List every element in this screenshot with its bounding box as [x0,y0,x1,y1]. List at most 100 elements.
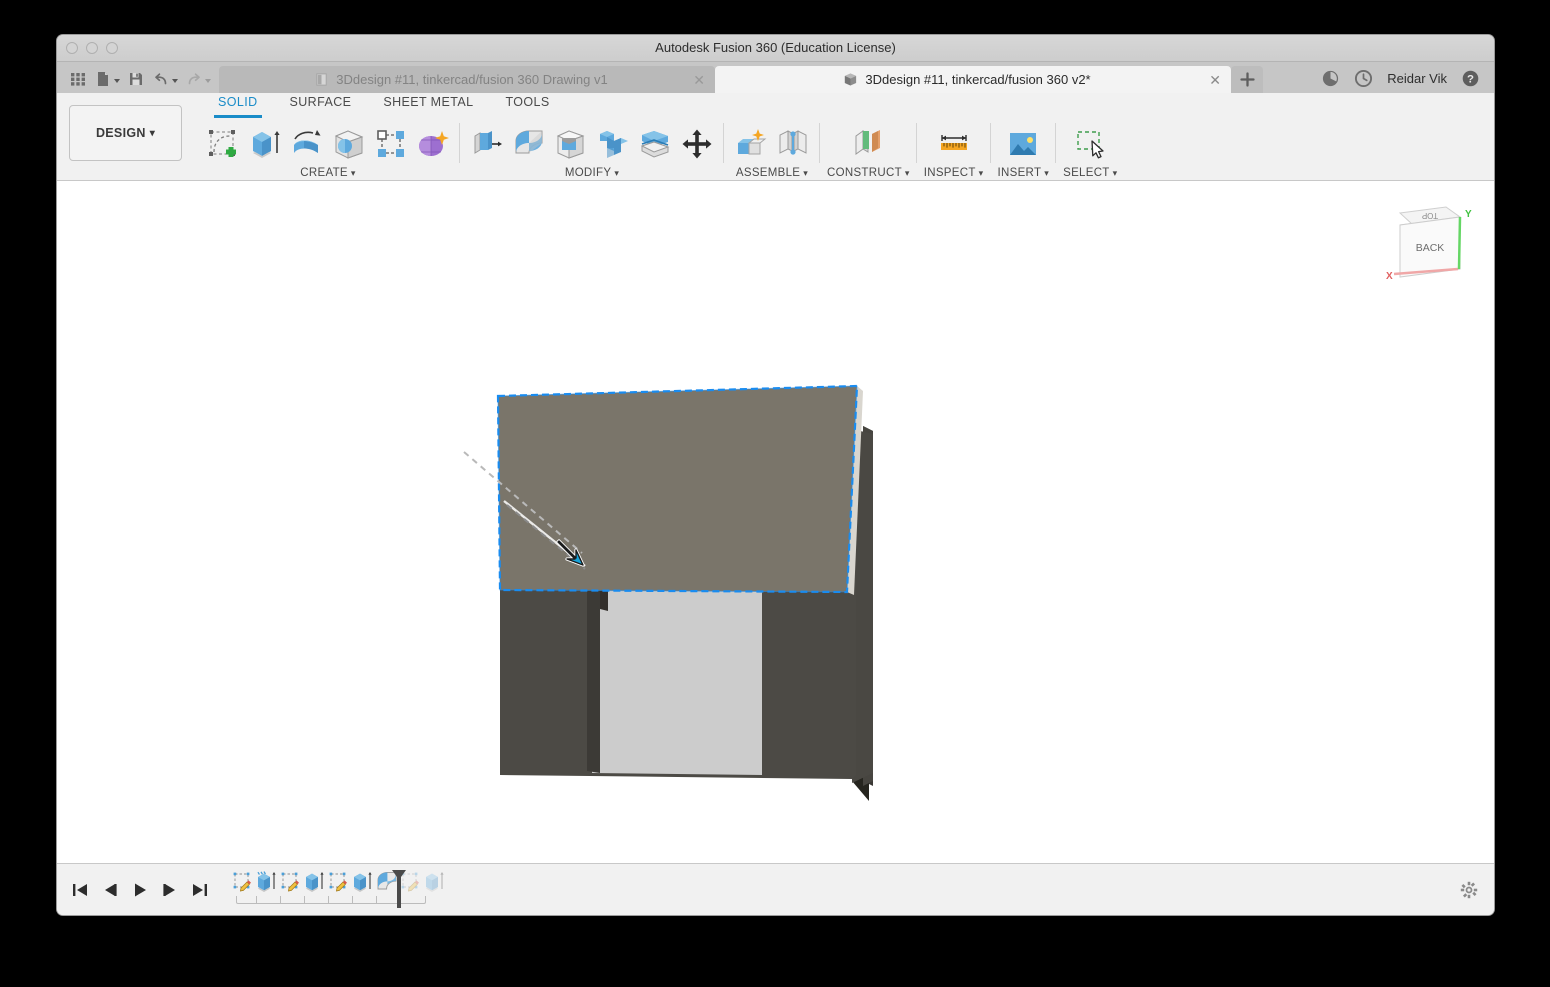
chevron-down-icon: ▾ [149,127,156,139]
new-component-icon [738,129,767,155]
go-to-end-button[interactable] [191,881,209,899]
job-status-icon[interactable] [1321,69,1340,88]
ribbon-tab-tools[interactable]: TOOLS [489,93,565,115]
timeline-track[interactable] [231,869,444,910]
timeline-extrude-1[interactable] [255,870,279,896]
account-name[interactable]: Reidar Vik [1387,71,1447,86]
construct-group-label: CONSTRUCT [827,167,902,179]
go-to-beginning-button[interactable] [71,881,89,899]
extrude-icon [257,870,276,892]
view-cube-front-label: BACK [1416,242,1445,254]
select-group-dropdown[interactable]: SELECT ▾ [1063,167,1117,179]
timeline-tick [304,895,305,904]
assemble-group-dropdown[interactable]: ASSEMBLE ▾ [736,167,808,179]
title-bar: Autodesk Fusion 360 (Education License) [57,35,1494,62]
insert-image-tool[interactable] [1003,123,1043,165]
create-tool-icons [203,121,453,165]
timeline-extrude-4[interactable] [423,870,447,896]
select-tool[interactable] [1070,123,1110,165]
redo-icon [188,73,200,85]
hole-tool[interactable] [329,123,369,165]
split-face-tool[interactable] [635,123,675,165]
hole-cube-icon [334,130,364,159]
chevron-down-icon[interactable] [172,78,178,83]
ribbon-group-list: CREATE ▾ MODIFY ▾ ASSEMBLE ▾ CONSTRUCT ▾… [190,121,1494,179]
joint-tool[interactable] [773,123,813,165]
chevron-down-icon: ▾ [904,167,910,178]
help-icon[interactable]: ? [1461,69,1480,88]
modify-group-dropdown[interactable]: MODIFY ▾ [565,167,619,179]
combine-icon [600,131,628,158]
chevron-down-icon: ▾ [803,167,809,178]
offset-plane-tool[interactable] [848,123,888,165]
workspace-selector[interactable]: DESIGN ▾ [69,105,182,161]
undo-button[interactable] [150,69,180,89]
sketch-icon [281,872,299,891]
ribbon-tab-sheet-metal[interactable]: SHEET METAL [367,93,489,115]
cube-icon [845,73,857,86]
ribbon-group-modify: MODIFY ▾ [460,121,724,179]
select-tool-icons [1070,121,1110,165]
new-tab-button[interactable] [1231,66,1263,93]
close-tab-button[interactable]: ✕ [693,73,705,87]
3d-viewport[interactable]: TOP BACK X Y [57,181,1494,863]
timeline-sketch-1[interactable] [231,870,255,896]
new-file-button[interactable] [92,69,122,89]
shell-tool[interactable] [551,123,591,165]
form-tool[interactable] [413,123,453,165]
extrude-icon [354,871,372,892]
grid-icon [71,73,85,86]
save-button[interactable] [125,69,147,89]
extrude-tool[interactable] [245,123,285,165]
insert-group-dropdown[interactable]: INSERT ▾ [998,167,1050,179]
ribbon-tab-surface[interactable]: SURFACE [274,93,368,115]
rectangular-pattern-tool[interactable] [371,123,411,165]
press-pull-tool[interactable] [467,123,507,165]
ribbon-group-construct: CONSTRUCT ▾ [820,121,917,179]
construct-group-dropdown[interactable]: CONSTRUCT ▾ [827,167,910,179]
fillet-icon [515,130,543,154]
document-tab-drawing[interactable]: 3Ddesign #11, tinkercad/fusion 360 Drawi… [219,66,715,93]
timeline-settings-button[interactable] [1460,881,1478,899]
extrude-icon [426,871,444,892]
ribbon-tab-solid[interactable]: SOLID [202,93,274,118]
combine-tool[interactable] [593,123,633,165]
chevron-down-icon[interactable] [114,78,120,83]
inspect-group-dropdown[interactable]: INSPECT ▾ [924,167,984,179]
quick-access-toolbar [57,69,219,93]
fillet-tool[interactable] [509,123,549,165]
select-group-label: SELECT [1063,167,1110,179]
timeline-extrude-2[interactable] [303,870,327,896]
step-back-button[interactable] [101,881,119,899]
chevron-down-icon[interactable] [205,78,211,83]
measure-tool[interactable] [934,123,974,165]
inspect-tool-icons [934,121,974,165]
redo-button[interactable] [183,69,213,89]
recent-history-icon[interactable] [1354,69,1373,88]
revolve-tool[interactable] [287,123,327,165]
modify-group-label: MODIFY [564,167,612,179]
play-button[interactable] [131,881,149,899]
timeline-sketch-2[interactable] [279,870,303,896]
app-grid-button[interactable] [67,69,89,89]
document-tab-design[interactable]: 3Ddesign #11, tinkercad/fusion 360 v2* ✕ [715,66,1231,93]
close-tab-button[interactable]: ✕ [1209,73,1221,87]
new-component-tool[interactable] [731,123,771,165]
create-sketch-tool[interactable] [203,123,243,165]
model-body[interactable] [57,181,1494,863]
image-icon [1010,133,1037,155]
step-forward-button[interactable] [161,881,179,899]
view-cube-y-axis [1457,216,1462,270]
document-tab-label: 3Ddesign #11, tinkercad/fusion 360 v2* [865,72,1091,87]
create-group-dropdown[interactable]: CREATE ▾ [300,167,355,179]
chevron-down-icon: ▾ [350,167,356,178]
timeline-playhead[interactable] [391,869,407,908]
timeline-sketch-3[interactable] [327,870,351,896]
model-top-face-selected[interactable] [498,386,857,592]
split-face-icon [640,131,670,158]
document-icon [98,72,108,86]
move-copy-tool[interactable] [677,123,717,165]
chevron-down-icon: ▾ [1044,167,1050,178]
view-cube[interactable]: TOP BACK X Y [1372,195,1482,290]
timeline-extrude-3[interactable] [351,870,375,896]
